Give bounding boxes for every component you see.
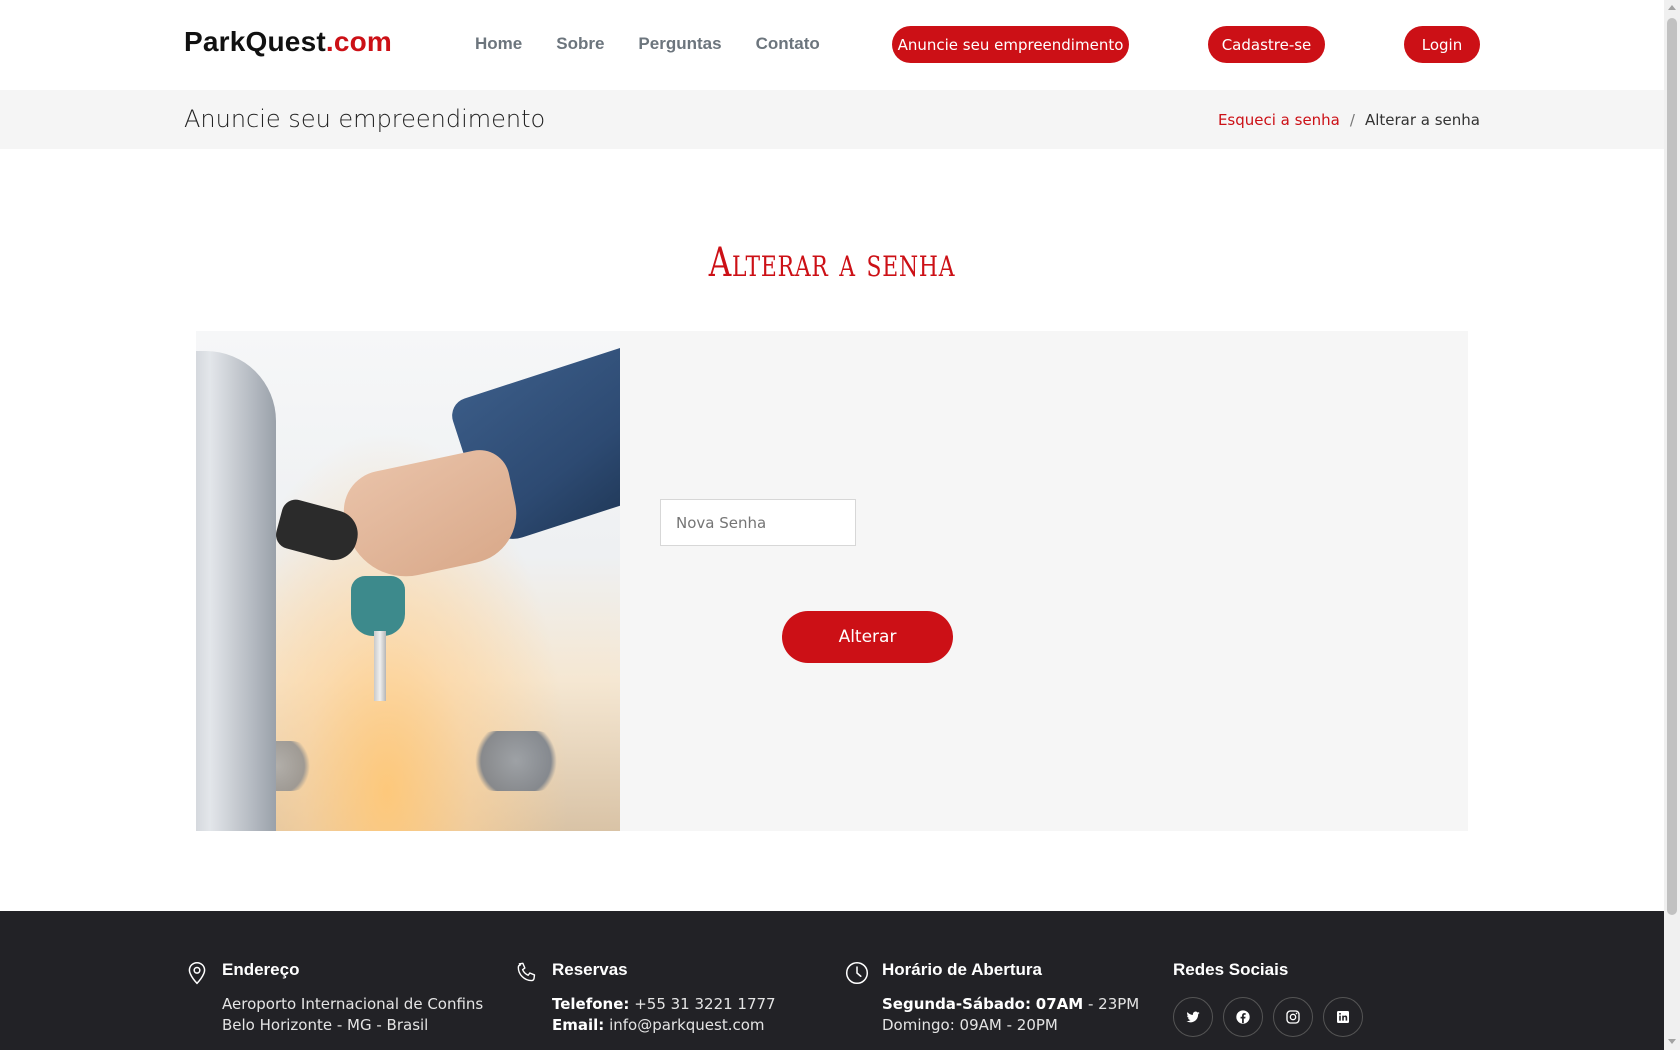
social-links	[1173, 997, 1363, 1037]
photo-key-head	[351, 576, 405, 636]
photo-key-blade	[374, 631, 386, 701]
footer-hours-title: Horário de Abertura	[882, 960, 1042, 979]
alterar-button[interactable]: Alterar	[782, 611, 953, 663]
facebook-icon[interactable]	[1223, 997, 1263, 1037]
logo-tld: .com	[325, 26, 393, 57]
logo-name: ParkQuest	[184, 26, 326, 57]
photo-hand	[336, 444, 526, 588]
footer-hours-weekday-label: Segunda-Sábado:	[882, 995, 1031, 1013]
page-header-bar: Anuncie seu empreendimento Esqueci a sen…	[0, 90, 1664, 149]
car-key-photo	[196, 331, 620, 831]
main-nav: Home Sobre Perguntas Contato	[475, 34, 854, 54]
footer-email-label: Email:	[552, 1016, 605, 1034]
clock-icon	[845, 961, 869, 985]
footer-social-title: Redes Sociais	[1173, 960, 1289, 979]
footer-hours-sunday: Domingo: 09AM - 20PM	[882, 1016, 1058, 1034]
footer-hours-weekday-close: - 23PM	[1087, 995, 1140, 1013]
phone-icon	[517, 962, 536, 982]
login-button[interactable]: Login	[1404, 26, 1480, 63]
site-header: ParkQuest.com Home Sobre Perguntas Conta…	[0, 0, 1664, 90]
nav-home[interactable]: Home	[475, 34, 522, 54]
footer-phone-line: Telefone: +55 31 3221 1777	[552, 994, 776, 1015]
footer-address-line1: Aeroporto Internacional de Confins	[222, 995, 484, 1013]
instagram-icon[interactable]	[1273, 997, 1313, 1037]
breadcrumb: Esqueci a senha / Alterar a senha	[1218, 111, 1480, 129]
footer-phone[interactable]: +55 31 3221 1777	[634, 995, 775, 1013]
footer-reservations-title: Reservas	[552, 960, 628, 979]
breadcrumb-separator: /	[1349, 111, 1355, 129]
map-pin-icon	[188, 961, 206, 985]
section-title: Alterar a senha	[708, 240, 956, 286]
footer-email-line: Email: info@parkquest.com	[552, 1015, 776, 1036]
new-password-input[interactable]	[660, 499, 856, 546]
footer-phone-label: Telefone:	[552, 995, 630, 1013]
page-title: Anuncie seu empreendimento	[184, 105, 546, 133]
anuncie-button[interactable]: Anuncie seu empreendimento	[892, 26, 1129, 63]
scroll-up-icon[interactable]	[1668, 5, 1676, 10]
twitter-icon[interactable]	[1173, 997, 1213, 1037]
logo[interactable]: ParkQuest.com	[184, 26, 392, 58]
photo-blur-car-right	[466, 731, 566, 791]
footer-address-line2: Belo Horizonte - MG - Brasil	[222, 1016, 429, 1034]
scroll-down-icon[interactable]	[1668, 1039, 1676, 1044]
site-footer: Endereço Aeroporto Internacional de Conf…	[0, 911, 1664, 1050]
breadcrumb-link-forgot[interactable]: Esqueci a senha	[1218, 111, 1340, 129]
nav-sobre[interactable]: Sobre	[556, 34, 604, 54]
signup-button[interactable]: Cadastre-se	[1208, 26, 1325, 63]
footer-address-title: Endereço	[222, 960, 300, 979]
linkedin-icon[interactable]	[1323, 997, 1363, 1037]
footer-hours-weekday: Segunda-Sábado: 07AM - 23PM	[882, 994, 1139, 1015]
footer-hours-weekday-open: 07AM	[1035, 995, 1084, 1013]
footer-email[interactable]: info@parkquest.com	[609, 1016, 764, 1034]
breadcrumb-current: Alterar a senha	[1364, 111, 1480, 129]
change-password-card: Alterar	[196, 331, 1468, 831]
photo-car-door	[196, 351, 276, 831]
scrollbar-thumb[interactable]	[1667, 18, 1677, 915]
nav-perguntas[interactable]: Perguntas	[638, 34, 721, 54]
page-scrollbar[interactable]	[1664, 0, 1680, 1050]
nav-contato[interactable]: Contato	[756, 34, 820, 54]
